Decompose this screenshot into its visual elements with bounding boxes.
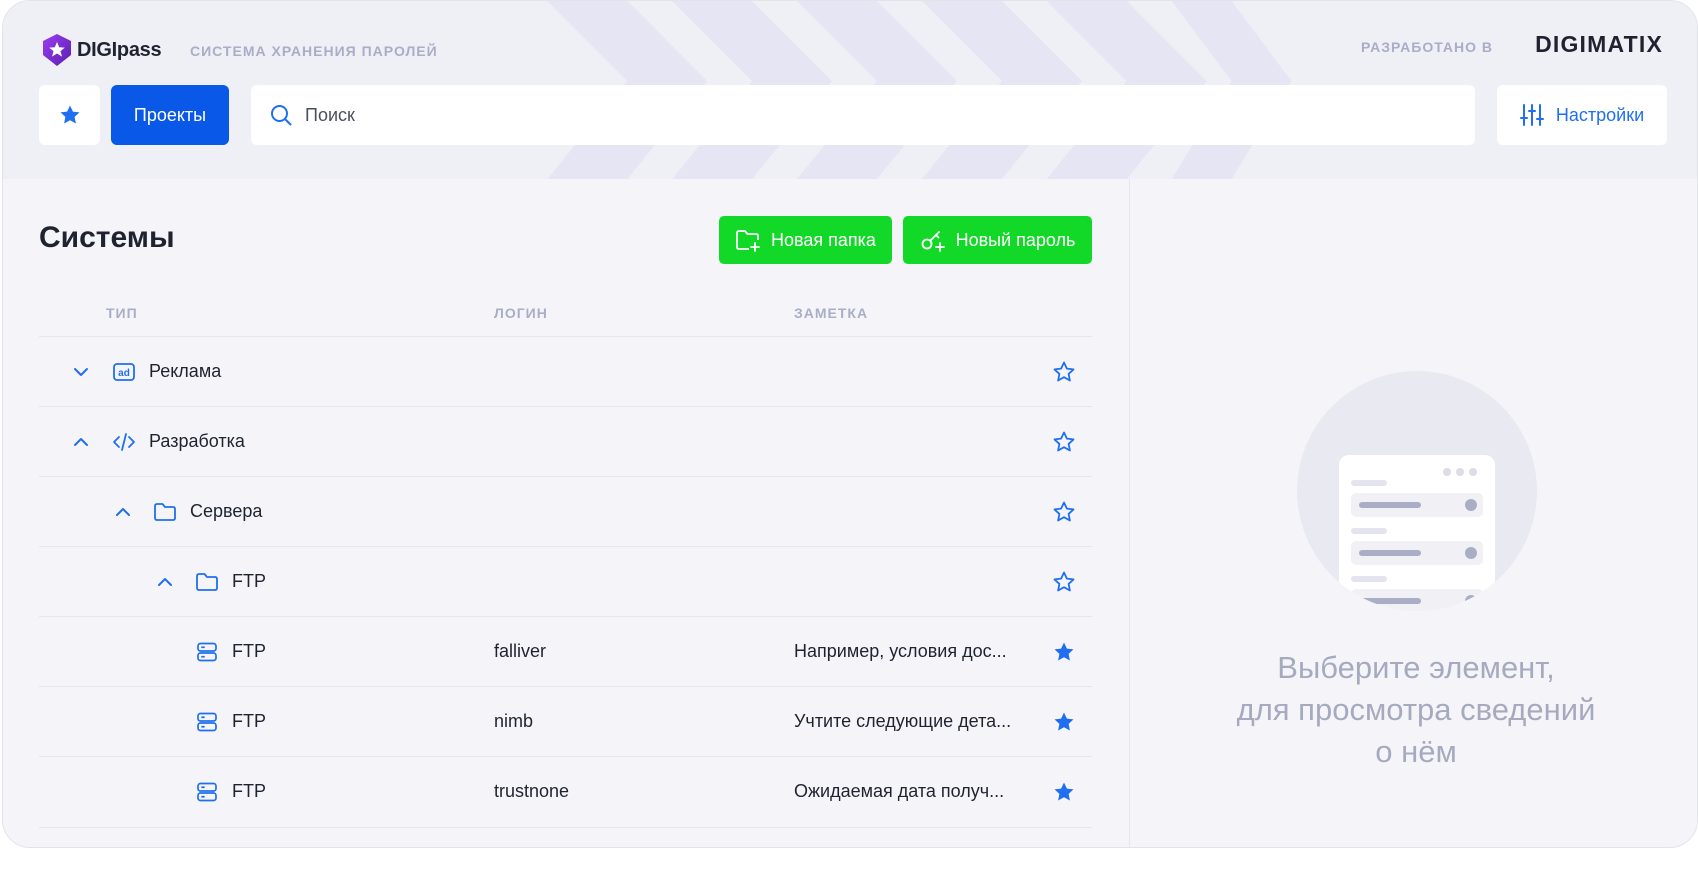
row-name: FTP [232, 571, 266, 591]
empty-state-illustration [1297, 371, 1537, 611]
developer-brand[interactable]: DIGIMATIX [1535, 31, 1663, 58]
svg-text:ad: ad [118, 368, 130, 379]
table-row[interactable]: ad Реклама [39, 336, 1092, 406]
app-subtitle: СИСТЕМА ХРАНЕНИЯ ПАРОЛЕЙ [190, 43, 438, 59]
sliders-icon [1519, 104, 1544, 126]
page-title: Системы [39, 221, 175, 254]
key-plus-icon [921, 231, 945, 252]
app-logo: DIGIpass [41, 33, 162, 67]
table-row[interactable]: Сервера [39, 476, 1092, 546]
header: DIGIpass СИСТЕМА ХРАНЕНИЯ ПАРОЛЕЙ РАЗРАБ… [3, 1, 1697, 179]
settings-button[interactable]: Настройки [1497, 85, 1667, 145]
star-filled-icon[interactable] [1052, 640, 1076, 664]
new-password-label: Новый пароль [955, 229, 1076, 250]
ad-icon: ad [113, 363, 135, 381]
server-icon [197, 642, 217, 662]
chevron-up-icon[interactable] [113, 502, 133, 522]
row-note: Например, условия дос... [794, 641, 1007, 661]
row-login: nimb [494, 711, 534, 731]
table-row[interactable]: FTP nimb Учтите следующие дета... [39, 686, 1092, 756]
new-folder-button[interactable]: Новая папка [719, 216, 892, 264]
shield-star-icon [43, 34, 71, 66]
app-window: DIGIpass СИСТЕМА ХРАНЕНИЯ ПАРОЛЕЙ РАЗРАБ… [2, 0, 1698, 848]
star-filled-icon [60, 105, 79, 124]
developed-by-label: РАЗРАБОТАНО В [1361, 39, 1493, 55]
settings-label: Настройки [1555, 104, 1645, 125]
code-icon [113, 433, 135, 451]
table-row[interactable]: FTP [39, 546, 1092, 616]
row-name: FTP [232, 711, 266, 731]
column-header-login: ЛОГИН [494, 305, 548, 321]
search-bar[interactable] [251, 85, 1475, 145]
table-bottom-divider [39, 827, 1092, 828]
server-icon [197, 712, 217, 732]
folder-icon [196, 573, 218, 591]
row-login: falliver [494, 641, 547, 661]
row-name: Реклама [149, 361, 222, 381]
column-header-type: ТИП [106, 305, 138, 321]
star-outline-icon[interactable] [1052, 500, 1076, 524]
row-name: Разработка [149, 431, 245, 451]
row-name: FTP [232, 781, 266, 801]
star-outline-icon[interactable] [1052, 570, 1076, 594]
table-row[interactable]: Разработка [39, 406, 1092, 476]
table-row[interactable]: FTP falliver Например, условия дос... [39, 616, 1092, 686]
star-outline-icon[interactable] [1052, 430, 1076, 454]
star-filled-icon[interactable] [1052, 780, 1076, 804]
folder-icon [154, 503, 176, 521]
row-note: Учтите следующие дета... [794, 711, 1012, 731]
projects-button[interactable]: Проекты [111, 85, 229, 145]
empty-state-message: Выберите элемент, для просмотра сведений… [1133, 647, 1697, 773]
logo-text: DIGIpass [77, 38, 162, 61]
search-icon [271, 105, 292, 126]
empty-state-line: для просмотра сведений [1236, 692, 1596, 727]
document-list-icon [1339, 455, 1495, 611]
new-password-button[interactable]: Новый пароль [903, 216, 1092, 264]
server-icon [197, 782, 217, 802]
star-outline-icon[interactable] [1052, 360, 1076, 384]
row-name: Сервера [190, 501, 263, 521]
chevron-up-icon[interactable] [71, 432, 91, 452]
row-name: FTP [232, 641, 266, 661]
star-filled-icon[interactable] [1052, 710, 1076, 734]
row-login: trustnone [494, 781, 570, 801]
panel-divider [1129, 179, 1130, 847]
favorites-button[interactable] [39, 85, 100, 145]
new-folder-label: Новая папка [771, 229, 876, 250]
empty-state-line: Выберите элемент, [1277, 650, 1555, 685]
column-header-note: ЗАМЕТКА [794, 305, 869, 321]
table-row[interactable]: FTP trustnone Ожидаемая дата получ... [39, 756, 1092, 826]
folder-plus-icon [736, 230, 760, 252]
empty-state-line: о нём [1375, 734, 1457, 769]
chevron-down-icon[interactable] [71, 362, 91, 382]
chevron-up-icon[interactable] [155, 572, 175, 592]
row-note: Ожидаемая дата получ... [794, 781, 1005, 801]
search-input[interactable] [305, 104, 1405, 126]
